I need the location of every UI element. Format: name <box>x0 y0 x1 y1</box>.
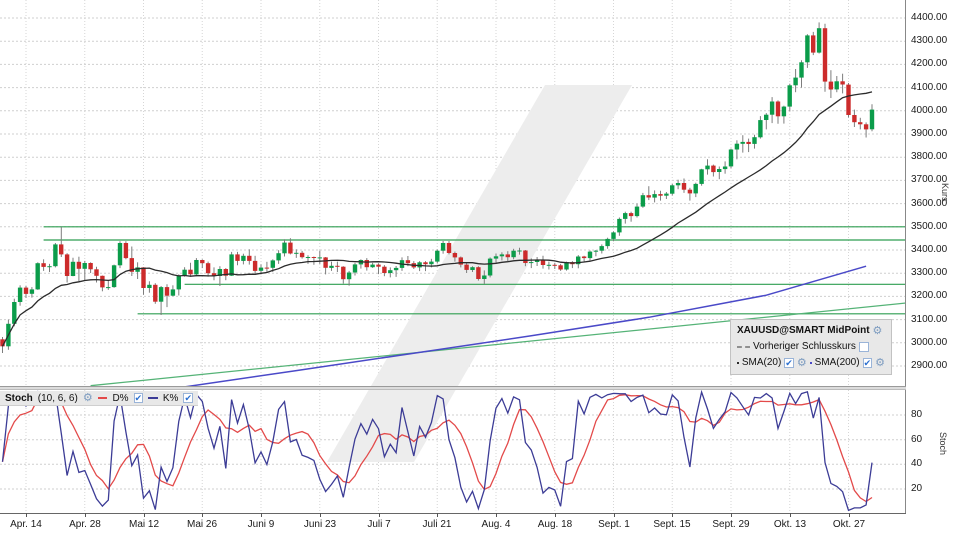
date-tick-mark <box>202 513 203 517</box>
date-tick-mark <box>614 513 615 517</box>
date-tick-label: Aug. 18 <box>527 519 583 530</box>
stoch-k-label: K% <box>163 393 179 404</box>
sma200-label: SMA(200) <box>815 355 860 371</box>
stoch-params: (10, 6, 6) <box>38 393 78 404</box>
date-tick-mark <box>849 513 850 517</box>
sma200-line-sample-icon <box>810 362 812 364</box>
date-tick-label: Okt. 13 <box>762 519 818 530</box>
date-tick-label: Aug. 4 <box>468 519 524 530</box>
sma200-settings-gear-icon[interactable]: ⚙ <box>875 358 885 368</box>
main-chart-legend: XAUUSD@SMART MidPoint ⚙ Vorheriger Schlu… <box>730 319 892 375</box>
sma20-checkbox[interactable]: ✔ <box>784 358 794 368</box>
date-tick-mark <box>261 513 262 517</box>
price-tick-label: 3900.00 <box>911 128 947 139</box>
date-tick-label: Mai 26 <box>174 519 230 530</box>
stoch-panel[interactable] <box>0 390 906 514</box>
date-tick-mark <box>790 513 791 517</box>
date-tick-mark <box>144 513 145 517</box>
price-tick-label: 2900.00 <box>911 360 947 371</box>
date-tick-label: Apr. 14 <box>0 519 54 530</box>
date-tick-mark <box>555 513 556 517</box>
chart-window: { "colors": { "candle_up": "#0b9c4a", "c… <box>0 0 960 540</box>
stoch-title: Stoch <box>5 393 33 404</box>
stoch-tick-label: 40 <box>911 458 922 469</box>
price-tick-label: 3100.00 <box>911 314 947 325</box>
panel-divider[interactable] <box>0 386 906 390</box>
stoch-legend: Stoch (10, 6, 6) ⚙ D% ✔ K% ✔ <box>0 391 198 406</box>
prev-close-checkbox[interactable] <box>859 342 869 352</box>
stoch-d-checkbox[interactable]: ✔ <box>134 393 144 403</box>
date-tick-label: Sept. 1 <box>586 519 642 530</box>
prev-close-line-sample-icon <box>737 346 750 348</box>
price-tick-label: 3200.00 <box>911 290 947 301</box>
sma200-checkbox[interactable]: ✔ <box>863 358 873 368</box>
price-tick-label: 3600.00 <box>911 198 947 209</box>
date-tick-mark <box>731 513 732 517</box>
stoch-tick-label: 80 <box>911 409 922 420</box>
price-tick-label: 4300.00 <box>911 35 947 46</box>
price-tick-label: 4000.00 <box>911 105 947 116</box>
stoch-d-line-sample-icon <box>98 397 108 399</box>
date-tick-label: Juli 7 <box>351 519 407 530</box>
price-tick-label: 3500.00 <box>911 221 947 232</box>
date-tick-label: Apr. 28 <box>57 519 113 530</box>
price-tick-label: 3400.00 <box>911 244 947 255</box>
sma20-line-sample-icon <box>737 362 739 364</box>
price-tick-label: 4200.00 <box>911 58 947 69</box>
stoch-axis-title: Stoch <box>938 432 948 455</box>
date-tick-label: Juni 23 <box>292 519 348 530</box>
price-tick-label: 3700.00 <box>911 174 947 185</box>
instrument-title: XAUUSD@SMART MidPoint <box>737 323 870 339</box>
date-tick-label: Sept. 15 <box>644 519 700 530</box>
sma20-settings-gear-icon[interactable]: ⚙ <box>797 358 807 368</box>
price-tick-label: 3800.00 <box>911 151 947 162</box>
date-tick-mark <box>320 513 321 517</box>
sma20-label: SMA(20) <box>742 355 781 371</box>
stoch-d-label: D% <box>112 393 128 404</box>
date-tick-label: Juli 21 <box>409 519 465 530</box>
date-tick-mark <box>496 513 497 517</box>
date-tick-mark <box>379 513 380 517</box>
price-tick-label: 3000.00 <box>911 337 947 348</box>
price-tick-label: 4100.00 <box>911 82 947 93</box>
stoch-k-checkbox[interactable]: ✔ <box>183 393 193 403</box>
instrument-settings-gear-icon[interactable]: ⚙ <box>873 326 883 336</box>
date-tick-label: Juni 9 <box>233 519 289 530</box>
date-tick-mark <box>26 513 27 517</box>
price-tick-label: 3300.00 <box>911 267 947 278</box>
date-tick-label: Sept. 29 <box>703 519 759 530</box>
date-tick-mark <box>437 513 438 517</box>
stoch-tick-label: 60 <box>911 434 922 445</box>
date-tick-mark <box>672 513 673 517</box>
stoch-k-line-sample-icon <box>148 397 158 399</box>
stoch-settings-gear-icon[interactable]: ⚙ <box>83 393 93 403</box>
date-tick-mark <box>85 513 86 517</box>
date-tick-label: Okt. 27 <box>821 519 877 530</box>
date-tick-label: Mai 12 <box>116 519 172 530</box>
prev-close-label: Vorheriger Schlusskurs <box>753 339 856 355</box>
price-tick-label: 4400.00 <box>911 12 947 23</box>
stoch-tick-label: 20 <box>911 483 922 494</box>
